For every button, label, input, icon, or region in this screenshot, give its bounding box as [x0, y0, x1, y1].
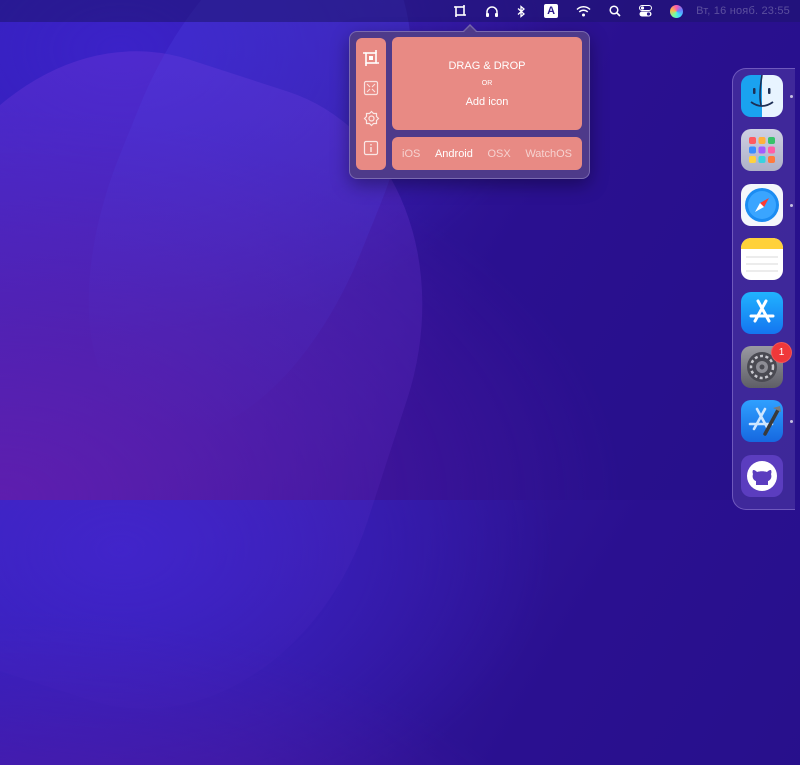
finder-icon[interactable] — [741, 75, 783, 117]
platform-watchos[interactable]: WatchOS — [525, 148, 572, 160]
add-icon-link[interactable]: Add icon — [392, 96, 582, 108]
platform-osx[interactable]: OSX — [487, 148, 510, 160]
spotlight-search-icon[interactable] — [600, 0, 630, 22]
control-center-icon[interactable] — [630, 0, 661, 22]
wifi-icon[interactable] — [567, 0, 600, 22]
running-indicator — [790, 95, 793, 98]
popover-arrow — [463, 26, 477, 33]
drop-zone[interactable]: DRAG & DROP OR Add icon — [392, 37, 582, 130]
drop-zone-title: DRAG & DROP — [448, 60, 526, 72]
platform-ios[interactable]: iOS — [402, 148, 420, 160]
crop-icon[interactable] — [361, 48, 381, 68]
crop-icon — [454, 5, 467, 17]
github-icon[interactable] — [741, 455, 783, 497]
drop-zone-or: OR — [481, 80, 493, 87]
tool-sidebar — [356, 38, 386, 170]
xcode-icon[interactable] — [741, 400, 783, 442]
headphones-icon[interactable] — [476, 0, 508, 22]
platform-android[interactable]: Android — [435, 148, 473, 160]
app-menubar-icon[interactable] — [444, 0, 476, 22]
running-indicator — [790, 420, 793, 423]
notification-badge: 1 — [771, 342, 792, 363]
siri-icon[interactable] — [661, 0, 692, 22]
bluetooth-icon[interactable] — [508, 0, 535, 22]
siri-orb — [670, 4, 684, 18]
launchpad-icon[interactable] — [741, 129, 783, 171]
icon-generator-popover: DRAG & DROP OR Add icon iOS Android OSX … — [349, 31, 590, 179]
safari-icon[interactable] — [741, 184, 783, 226]
resize-icon[interactable] — [361, 78, 381, 98]
platform-selector: iOS Android OSX WatchOS — [392, 137, 582, 170]
running-indicator — [790, 204, 793, 207]
menu-bar: A Вт, 16 нояб. 23:55 — [0, 0, 800, 22]
info-icon[interactable] — [361, 138, 381, 158]
settings-icon[interactable] — [361, 108, 381, 128]
input-source-icon: A — [544, 4, 559, 18]
app-store-icon[interactable] — [741, 292, 783, 334]
menubar-clock[interactable]: Вт, 16 нояб. 23:55 — [692, 5, 800, 17]
input-source-menu[interactable]: A — [535, 0, 567, 22]
notes-icon[interactable] — [741, 238, 783, 280]
